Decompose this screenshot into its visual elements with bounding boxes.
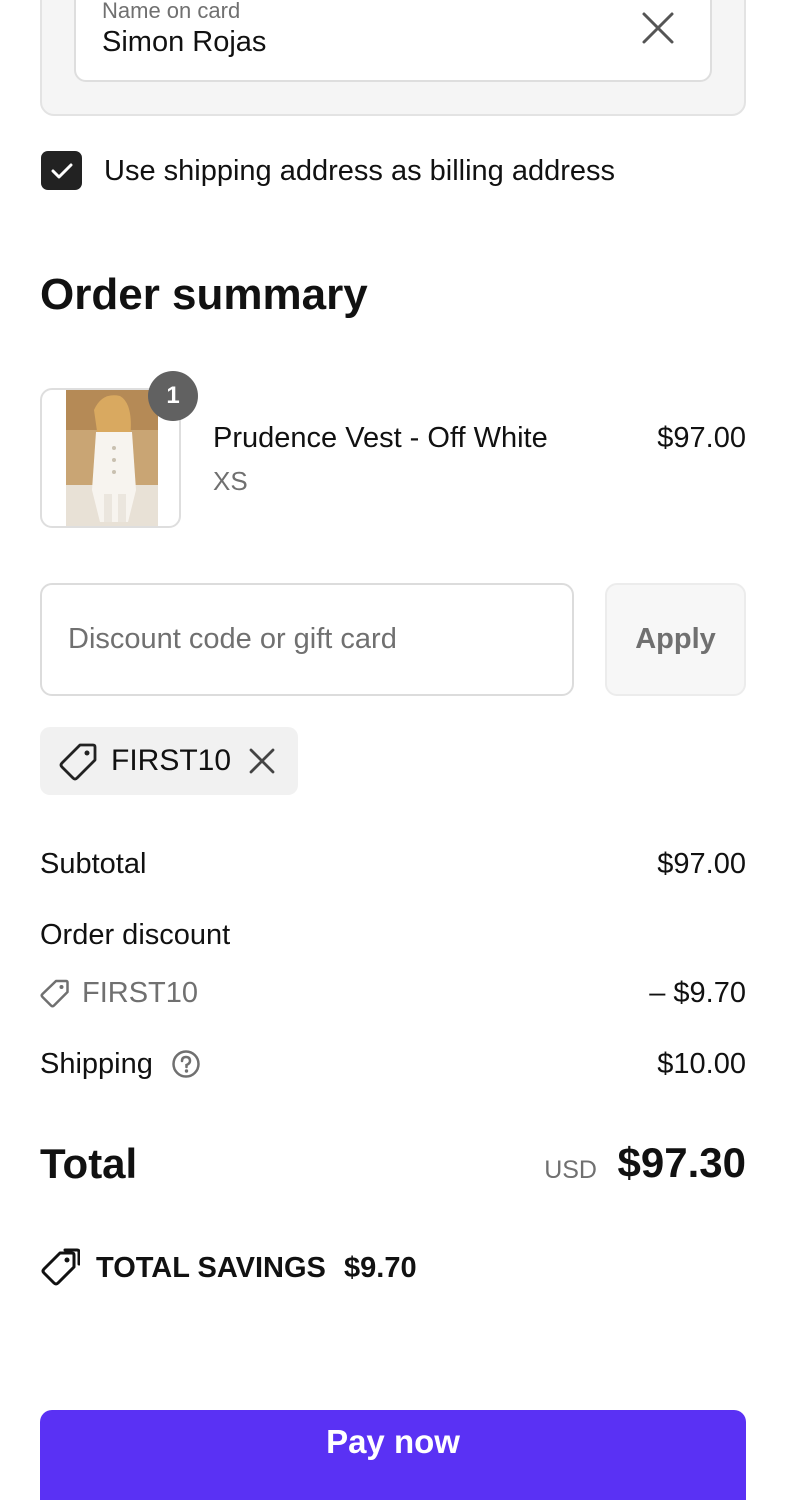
subtotal-label: Subtotal — [40, 848, 147, 880]
name-on-card-value[interactable]: Simon Rojas — [102, 26, 266, 59]
apply-button[interactable]: Apply — [605, 583, 746, 696]
close-icon[interactable] — [640, 10, 676, 46]
total-value: $97.30 — [617, 1139, 746, 1186]
product-name: Prudence Vest - Off White — [213, 422, 548, 454]
tag-icon — [40, 979, 69, 1008]
name-on-card-label: Name on card — [102, 0, 241, 23]
shipping-label: Shipping — [40, 1048, 153, 1080]
name-on-card-field[interactable]: Name on card Simon Rojas — [74, 0, 712, 82]
quantity-badge: 1 — [148, 371, 198, 421]
total-savings-value: $9.70 — [344, 1252, 417, 1284]
product-variant: XS — [213, 466, 248, 496]
billing-address-label[interactable]: Use shipping address as billing address — [104, 152, 615, 190]
order-summary-title: Order summary — [40, 270, 368, 319]
help-icon[interactable] — [171, 1049, 201, 1079]
applied-discount-code: FIRST10 — [111, 744, 232, 777]
discount-code-input[interactable] — [40, 583, 574, 696]
checkmark-icon — [51, 163, 72, 178]
pay-now-button[interactable]: Pay now — [40, 1410, 746, 1500]
product-price: $97.00 — [657, 422, 746, 454]
order-discount-label: Order discount — [40, 919, 231, 951]
billing-address-checkbox[interactable] — [41, 151, 82, 190]
applied-discount-chip: FIRST10 — [40, 727, 298, 795]
order-discount-value: – $9.70 — [649, 977, 746, 1009]
order-discount-code: FIRST10 — [82, 977, 199, 1009]
subtotal-value: $97.00 — [657, 848, 746, 880]
savings-tag-icon — [41, 1248, 80, 1286]
total-label: Total — [40, 1140, 138, 1187]
tag-icon — [59, 743, 97, 781]
shipping-value: $10.00 — [657, 1048, 746, 1080]
close-icon[interactable] — [246, 745, 278, 777]
total-currency: USD — [544, 1156, 597, 1184]
total-savings-label: TOTAL SAVINGS — [96, 1252, 326, 1284]
